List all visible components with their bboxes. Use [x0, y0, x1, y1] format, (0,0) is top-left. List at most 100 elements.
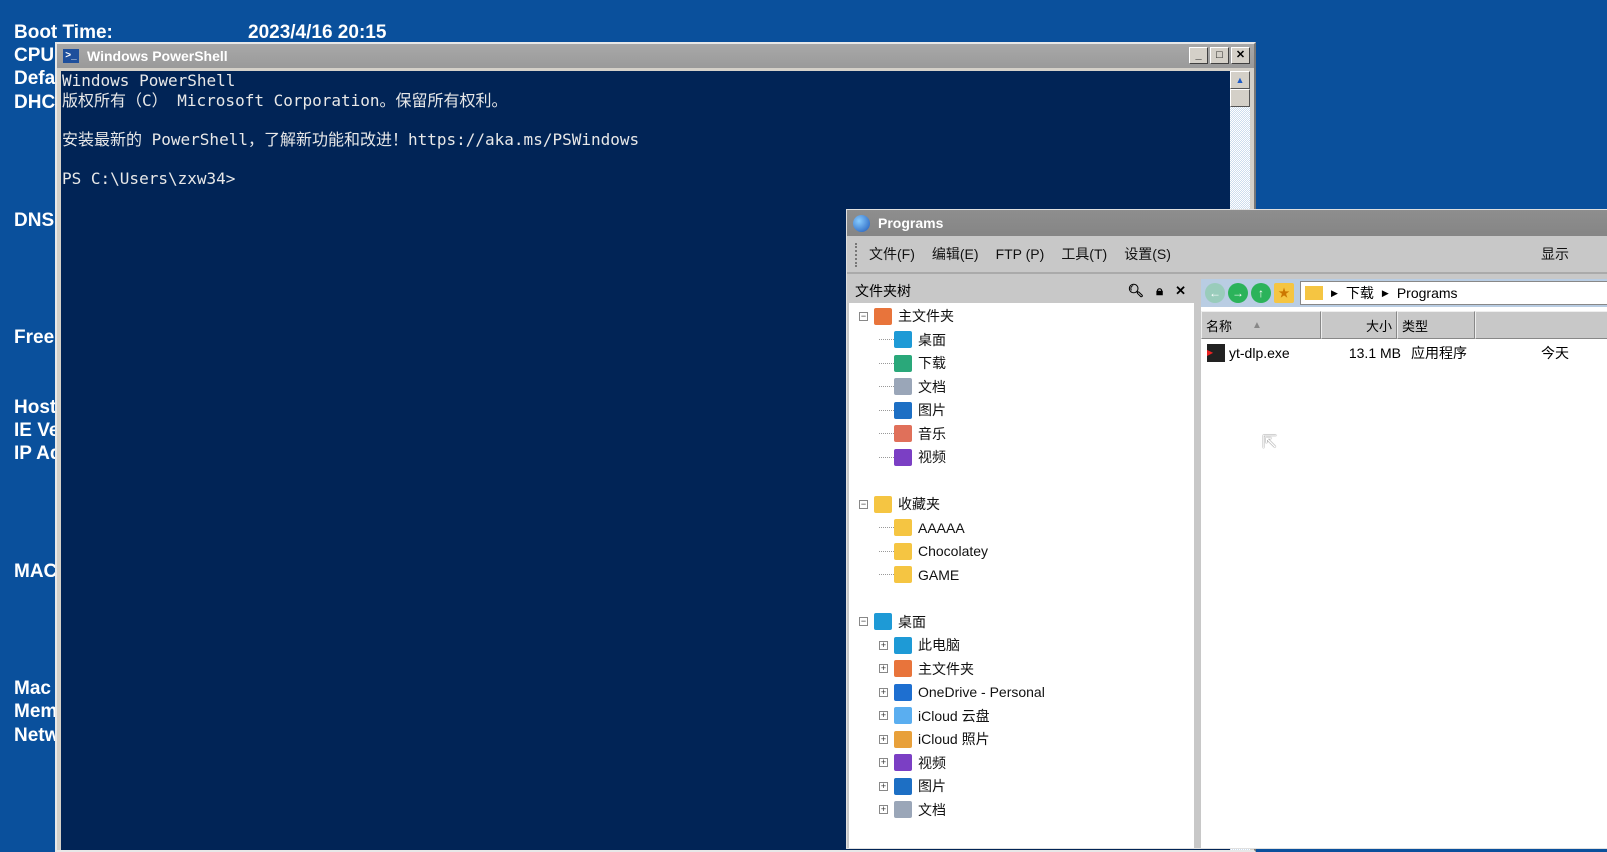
column-size[interactable]: 大小	[1321, 311, 1397, 339]
menu-tools[interactable]: 工具(T)	[1061, 244, 1107, 264]
system-info-label: Mac	[14, 678, 51, 699]
tree-item[interactable]: 文档	[879, 376, 946, 398]
tree-item-label: AAAAA	[918, 519, 965, 536]
desktop-icon	[894, 331, 912, 348]
tree-item-label: OneDrive - Personal	[918, 684, 1045, 700]
column-name[interactable]: 名称 ▲	[1201, 311, 1321, 339]
tree-item-label: 收藏夹	[898, 496, 940, 512]
file-row[interactable]: ▶ yt-dlp.exe 13.1 MB 应用程序 今天	[1201, 341, 1607, 365]
menu-file[interactable]: 文件(F)	[869, 244, 915, 264]
close-button[interactable]: ✕	[1231, 47, 1250, 64]
expand-icon[interactable]: +	[879, 664, 888, 673]
system-info-label: MAC	[14, 561, 58, 582]
tree-item[interactable]: 音乐	[879, 423, 946, 445]
system-info-label: Mem	[14, 701, 58, 722]
lock-icon[interactable]: 🔒︎	[1156, 283, 1163, 299]
document-icon	[894, 801, 912, 818]
window-title: Programs	[878, 215, 944, 231]
mouse-cursor-icon: ⇱	[1262, 432, 1278, 452]
folder-icon	[1305, 286, 1323, 300]
breadcrumb-item[interactable]: Programs	[1397, 285, 1458, 301]
menu-ftp[interactable]: FTP (P)	[996, 246, 1045, 262]
toolbar-grip[interactable]	[855, 243, 857, 267]
tree-item[interactable]: − 收藏夹	[859, 493, 940, 515]
file-size: 13.1 MB	[1348, 345, 1401, 361]
console-line: Windows PowerShell	[62, 71, 236, 90]
favorites-icon[interactable]: ★	[1274, 283, 1294, 303]
collapse-icon[interactable]: −	[859, 499, 868, 509]
search-icon[interactable]: 🔍︎	[1128, 283, 1145, 299]
boot-time-value: 2023/4/16 20:15	[248, 22, 387, 43]
breadcrumb-separator-icon: ▶	[1331, 287, 1338, 298]
scroll-thumb[interactable]	[1230, 89, 1250, 107]
video-icon	[894, 448, 912, 466]
folder-tree-header: 文件夹树 🔍︎ 🔒︎ ✕	[849, 279, 1194, 303]
tree-item[interactable]: + 文档	[879, 799, 946, 821]
tree-item-label: 文档	[918, 378, 946, 395]
tree-item[interactable]: + iCloud 云盘	[879, 705, 990, 727]
file-list-panel: ← → ↑ ★ ▶ 下载 ▶ Programs 名称 ▲ 大小 类型 ▶ yt-d…	[1201, 279, 1607, 848]
tree-item[interactable]: AAAAA	[879, 517, 965, 539]
tree-item[interactable]: − 桌面	[859, 611, 926, 633]
tree-item[interactable]: GAME	[879, 564, 959, 586]
folder-icon	[894, 566, 912, 583]
tree-item-label: 下载	[918, 355, 946, 371]
tree-item-label: iCloud 照片	[918, 731, 990, 747]
expand-icon[interactable]: +	[879, 734, 888, 744]
expand-icon[interactable]: +	[879, 640, 888, 650]
column-headers: 名称 ▲ 大小 类型	[1201, 311, 1607, 339]
expand-icon[interactable]: +	[879, 781, 888, 791]
address-bar[interactable]: ▶ 下载 ▶ Programs	[1300, 281, 1607, 305]
menu-view[interactable]: 显示	[1541, 244, 1569, 264]
window-title: Windows PowerShell	[87, 48, 228, 64]
forward-icon[interactable]: →	[1228, 283, 1248, 303]
system-info-label: Defa	[14, 68, 56, 89]
programs-window[interactable]: Programs 文件(F) 编辑(E) FTP (P) 工具(T) 设置(S)…	[846, 209, 1607, 849]
collapse-icon[interactable]: −	[859, 311, 868, 321]
tree-item[interactable]: 桌面	[879, 329, 946, 351]
breadcrumb-item[interactable]: 下载	[1346, 283, 1374, 303]
file-type: 应用程序	[1411, 345, 1467, 361]
tree-item-label: 主文件夹	[898, 308, 954, 324]
video-icon	[894, 754, 912, 771]
up-icon[interactable]: ↑	[1251, 283, 1271, 303]
tree-item[interactable]: + 主文件夹	[879, 658, 974, 680]
system-info-label: Netw	[14, 725, 60, 746]
minimize-button[interactable]: _	[1189, 47, 1208, 64]
column-label: 类型	[1402, 318, 1429, 334]
tree-item-label: GAME	[918, 566, 960, 583]
programs-titlebar[interactable]: Programs	[847, 210, 1607, 236]
tree-item[interactable]: 下载	[879, 352, 946, 374]
system-info-label: DNS	[14, 210, 55, 231]
desktop-icon	[874, 613, 892, 630]
tree-item-label: 桌面	[898, 613, 926, 630]
expand-icon[interactable]: +	[879, 758, 888, 767]
powershell-titlebar[interactable]: >_ Windows PowerShell _ □ ✕	[57, 44, 1254, 68]
tree-item[interactable]: + 图片	[879, 775, 946, 797]
tree-item[interactable]: + iCloud 照片	[879, 728, 990, 750]
tree-item[interactable]: + 此电脑	[879, 634, 960, 656]
tree-item-label: 图片	[918, 402, 946, 418]
column-date[interactable]	[1475, 311, 1607, 339]
expand-icon[interactable]: +	[879, 687, 888, 697]
file-name: yt-dlp.exe	[1229, 345, 1290, 361]
expand-icon[interactable]: +	[879, 805, 888, 814]
tree-item[interactable]: 图片	[879, 399, 946, 421]
tree-item[interactable]: + 视频	[879, 752, 946, 774]
tree-item[interactable]: 视频	[879, 446, 946, 468]
tree-item[interactable]: − 主文件夹	[859, 305, 954, 327]
tree-item[interactable]: Chocolatey	[879, 540, 988, 562]
expand-icon[interactable]: +	[879, 711, 888, 720]
menu-edit[interactable]: 编辑(E)	[932, 244, 979, 264]
column-type[interactable]: 类型	[1397, 311, 1475, 339]
file-date: 今天	[1541, 345, 1569, 361]
music-icon	[894, 425, 912, 442]
scroll-up-button[interactable]: ▲	[1230, 71, 1250, 89]
menu-settings[interactable]: 设置(S)	[1124, 244, 1171, 264]
tree-item[interactable]: + OneDrive - Personal	[879, 681, 1045, 703]
back-icon[interactable]: ←	[1205, 283, 1225, 303]
collapse-icon[interactable]: −	[859, 617, 868, 626]
close-icon[interactable]: ✕	[1175, 283, 1186, 299]
maximize-button[interactable]: □	[1210, 47, 1229, 64]
folder-icon	[894, 519, 912, 536]
